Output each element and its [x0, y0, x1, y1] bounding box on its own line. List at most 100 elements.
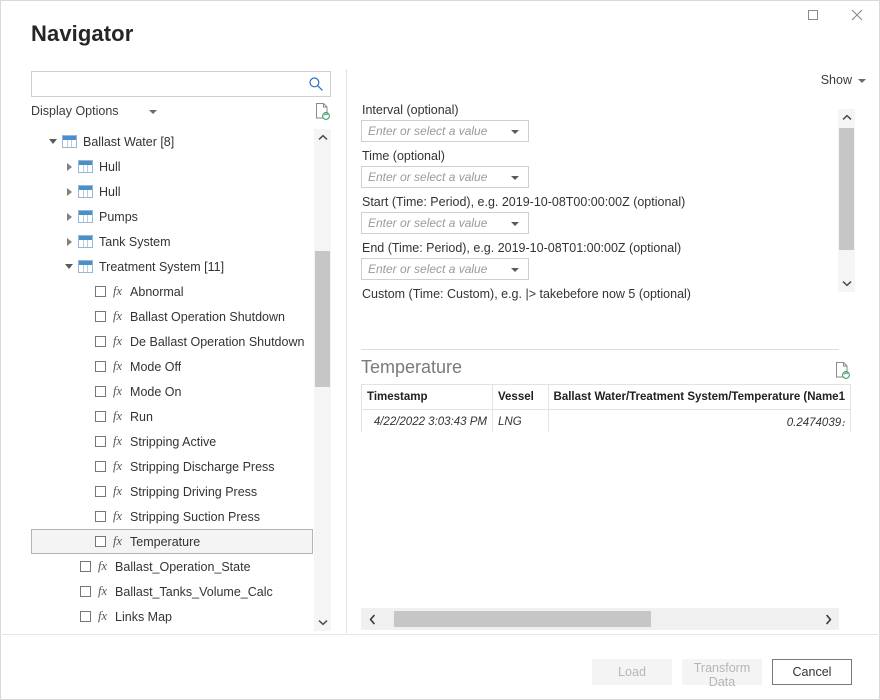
- parameter-combobox[interactable]: Enter or select a value: [361, 120, 529, 142]
- tree-item[interactable]: fxRun: [31, 404, 313, 429]
- chevron-down-icon[interactable]: [511, 222, 519, 226]
- parameters-scroll-thumb[interactable]: [839, 128, 854, 250]
- tree-item[interactable]: fxDe Ballast Operation Shutdown: [31, 329, 313, 354]
- preview-title: Temperature: [361, 357, 462, 378]
- function-fx-icon: fx: [113, 459, 122, 474]
- expand-right-icon[interactable]: [63, 229, 75, 254]
- scroll-down-icon[interactable]: [314, 614, 331, 631]
- tree-item[interactable]: fxLinks Map: [31, 604, 313, 629]
- tree-item[interactable]: Pumps: [31, 204, 313, 229]
- tree-item[interactable]: fxAbnormal: [31, 279, 313, 304]
- tree-item-checkbox[interactable]: [95, 536, 106, 547]
- preview-table-container[interactable]: TimestampVesselBallast Water/Treatment S…: [361, 384, 851, 432]
- parameter-placeholder: Enter or select a value: [368, 216, 487, 230]
- transform-data-button[interactable]: Transform Data: [682, 659, 762, 685]
- table-row[interactable]: 4/22/2022 3:03:43 PMLNG0.2474039։: [362, 410, 851, 433]
- tree-item-label: Abnormal: [130, 285, 184, 299]
- navigator-dialog: Navigator Display Options Bal: [0, 0, 880, 700]
- search-box[interactable]: [31, 71, 331, 97]
- scroll-right-icon[interactable]: [817, 608, 839, 630]
- tree-item[interactable]: fxStripping Driving Press: [31, 479, 313, 504]
- expand-right-icon[interactable]: [63, 154, 75, 179]
- tree-item-label: Ballast_Operation_State: [115, 560, 251, 574]
- horizontal-scroll-thumb[interactable]: [394, 611, 651, 627]
- collapse-down-icon[interactable]: [47, 129, 59, 154]
- tree-item-checkbox[interactable]: [95, 336, 106, 347]
- search-icon[interactable]: [308, 76, 324, 92]
- maximize-icon[interactable]: [791, 1, 835, 29]
- tree-item-checkbox[interactable]: [95, 461, 106, 472]
- tree-item-checkbox[interactable]: [95, 386, 106, 397]
- tree-item-label: Run: [130, 410, 153, 424]
- tree-item[interactable]: Ballast Water [8]: [31, 129, 313, 154]
- refresh-document-icon[interactable]: [313, 102, 331, 120]
- scroll-down-icon[interactable]: [838, 275, 855, 292]
- cancel-button[interactable]: Cancel: [772, 659, 852, 685]
- display-options-button[interactable]: Display Options: [31, 104, 119, 118]
- tree-item[interactable]: Treatment System [11]: [31, 254, 313, 279]
- tree-item[interactable]: fxBallast_Operation_State: [31, 554, 313, 579]
- display-options-row: Display Options: [31, 104, 331, 122]
- tree-item[interactable]: Tank System: [31, 229, 313, 254]
- tree-item-checkbox[interactable]: [80, 561, 91, 572]
- page-title: Navigator: [31, 21, 133, 47]
- chevron-down-icon[interactable]: [511, 176, 519, 180]
- expand-right-icon[interactable]: [63, 204, 75, 229]
- tree-item-checkbox[interactable]: [95, 511, 106, 522]
- table-column-header[interactable]: Ballast Water/Treatment System/Temperatu…: [548, 385, 850, 410]
- show-dropdown[interactable]: Show: [821, 73, 852, 87]
- chevron-down-icon[interactable]: [511, 268, 519, 272]
- parameter-label: End (Time: Period), e.g. 2019-10-08T01:0…: [362, 241, 839, 255]
- tree-item-checkbox[interactable]: [80, 586, 91, 597]
- cell-temperature: 0.2474039։: [548, 410, 850, 433]
- tree-item[interactable]: fxStripping Active: [31, 429, 313, 454]
- load-button[interactable]: Load: [592, 659, 672, 685]
- tree-scroll-thumb[interactable]: [315, 251, 330, 387]
- tree-item-checkbox[interactable]: [95, 286, 106, 297]
- close-icon[interactable]: [835, 1, 879, 29]
- scroll-up-icon[interactable]: [314, 129, 331, 146]
- left-panel: [31, 71, 331, 97]
- tree-item-checkbox[interactable]: [95, 436, 106, 447]
- parameter-combobox[interactable]: Enter or select a value: [361, 212, 529, 234]
- tree-item-checkbox[interactable]: [95, 361, 106, 372]
- tree-item[interactable]: fxMode Off: [31, 354, 313, 379]
- tree-item-label: Links Map: [115, 610, 172, 624]
- tree-item[interactable]: Hull: [31, 179, 313, 204]
- tree-item-label: Stripping Discharge Press: [130, 460, 275, 474]
- tree-item[interactable]: Hull: [31, 154, 313, 179]
- tree-item[interactable]: fx Stripping Discharge Press: [31, 454, 313, 479]
- tree-item-checkbox[interactable]: [80, 611, 91, 622]
- object-tree[interactable]: Ballast Water [8]HullHullPumpsTank Syste…: [31, 129, 331, 631]
- tree-item-checkbox[interactable]: [95, 311, 106, 322]
- parameter-combobox[interactable]: Enter or select a value: [361, 258, 529, 280]
- tree-vertical-scrollbar[interactable]: [314, 129, 331, 631]
- parameters-vertical-scrollbar[interactable]: [838, 109, 855, 292]
- cell-vessel: LNG: [493, 410, 549, 433]
- parameter-combobox[interactable]: Enter or select a value: [361, 166, 529, 188]
- collapse-down-icon[interactable]: [63, 254, 75, 279]
- tree-item-checkbox[interactable]: [95, 411, 106, 422]
- scroll-left-icon[interactable]: [361, 608, 383, 630]
- parameter-label: Start (Time: Period), e.g. 2019-10-08T00…: [362, 195, 839, 209]
- tree-item-checkbox[interactable]: [95, 486, 106, 497]
- tree-item[interactable]: fxBallast Operation Shutdown: [31, 304, 313, 329]
- tree-item[interactable]: fxTemperature: [31, 529, 313, 554]
- table-column-header[interactable]: Timestamp: [362, 385, 493, 410]
- chevron-down-icon[interactable]: [149, 110, 157, 114]
- chevron-down-icon[interactable]: [511, 130, 519, 134]
- tree-item[interactable]: fxStripping Suction Press: [31, 504, 313, 529]
- table-column-header[interactable]: Vessel: [493, 385, 549, 410]
- tree-item[interactable]: fxMode On: [31, 379, 313, 404]
- tree-item[interactable]: fxBallast_Tanks_Volume_Calc: [31, 579, 313, 604]
- expand-right-icon[interactable]: [63, 179, 75, 204]
- preview-refresh-document-icon[interactable]: [833, 361, 851, 379]
- tree-item-label: Temperature: [130, 535, 200, 549]
- parameters-panel: Interval (optional)Enter or select a val…: [361, 103, 839, 301]
- search-input[interactable]: [38, 72, 302, 98]
- table-header-row: TimestampVesselBallast Water/Treatment S…: [362, 385, 851, 410]
- function-fx-icon: fx: [113, 359, 122, 374]
- tree-item-label: Stripping Active: [130, 435, 216, 449]
- preview-horizontal-scrollbar[interactable]: [361, 608, 839, 630]
- scroll-up-icon[interactable]: [838, 109, 855, 126]
